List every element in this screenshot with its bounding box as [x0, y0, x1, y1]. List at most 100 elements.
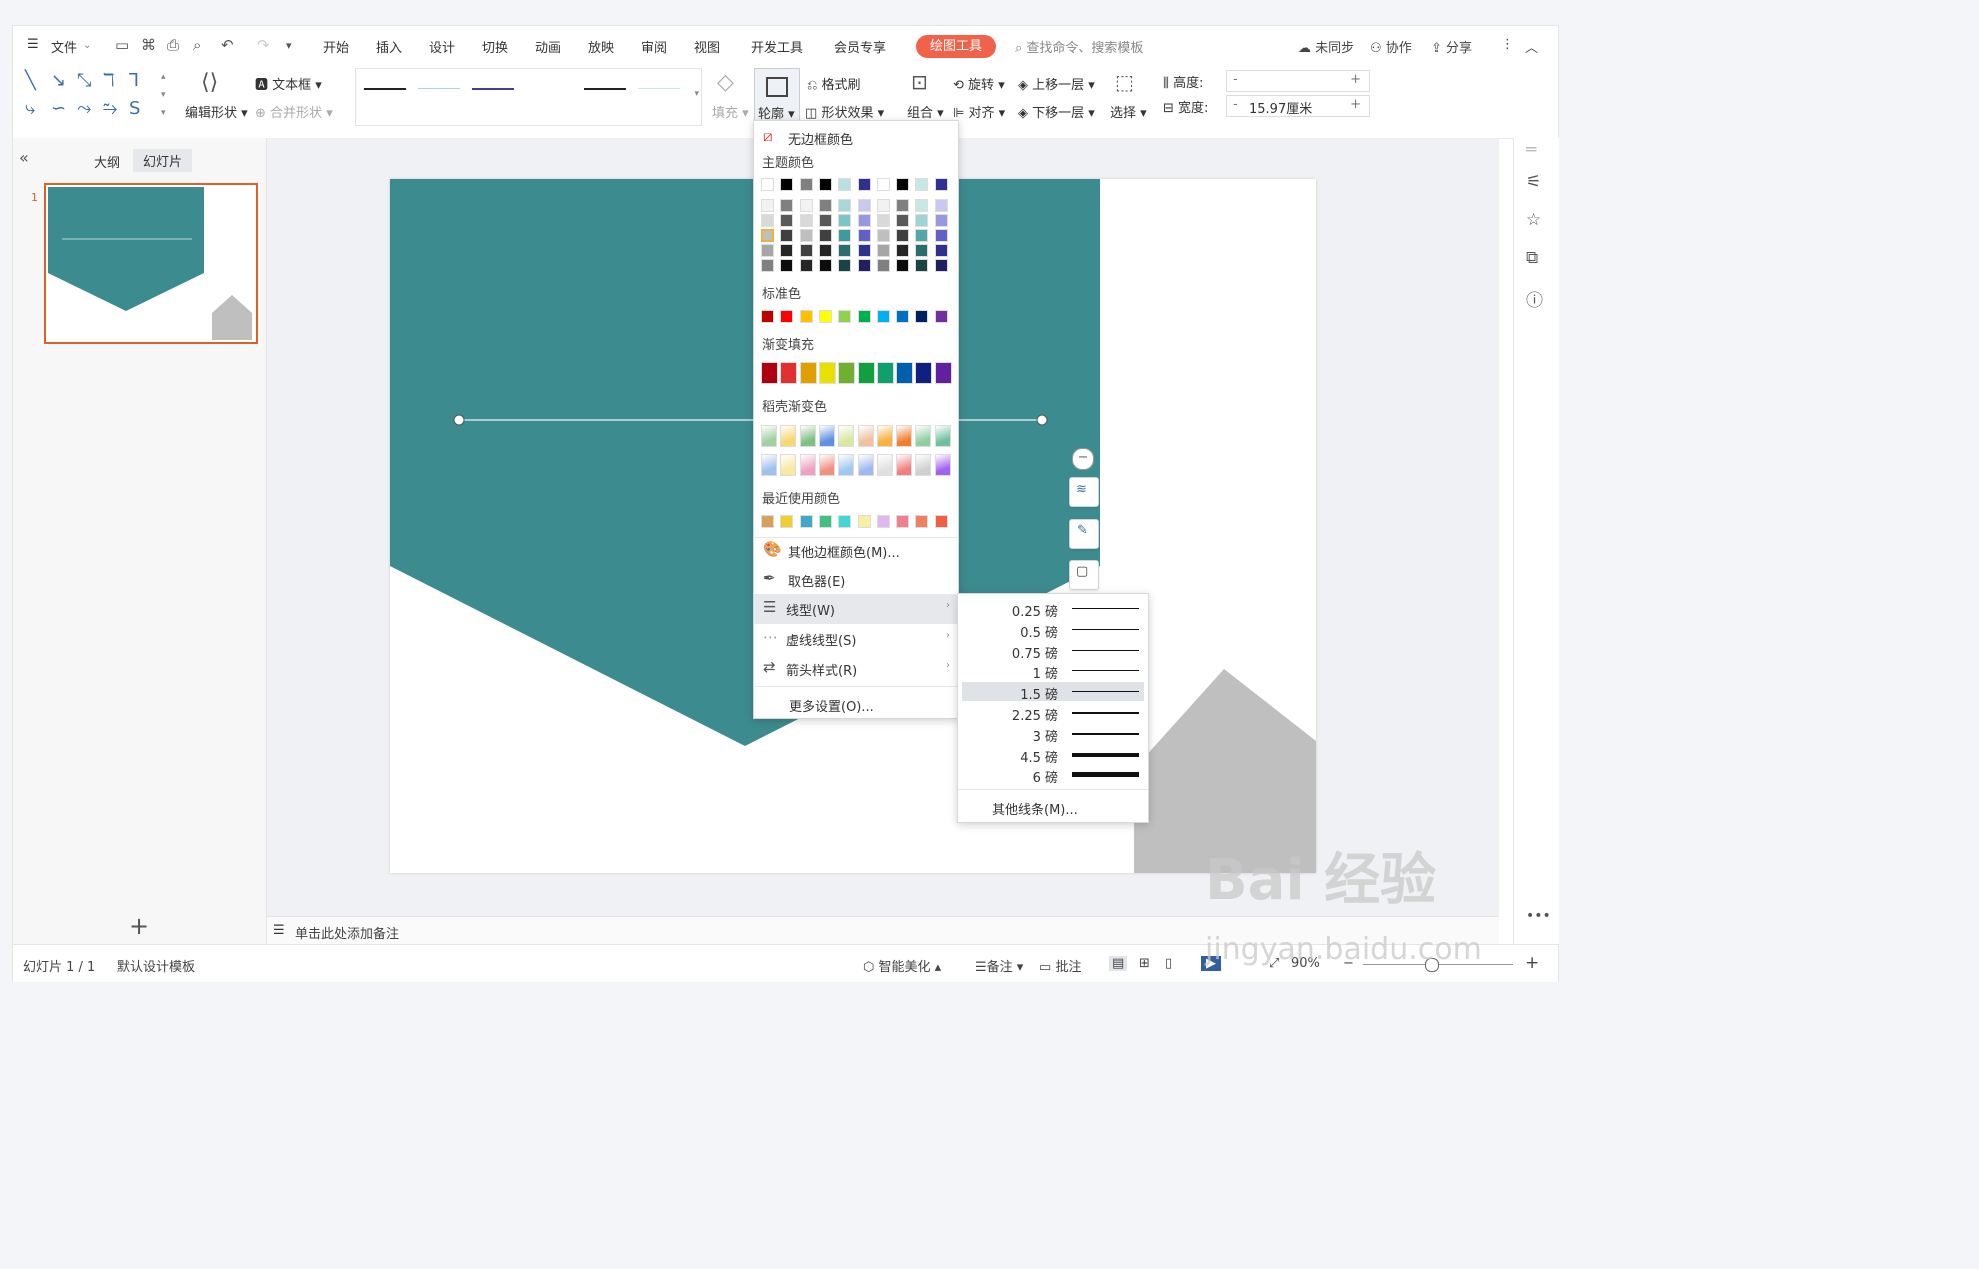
height-minus-button[interactable]: - — [1233, 72, 1238, 87]
line-weight-option[interactable]: 3 磅 — [962, 724, 1144, 745]
arrow-shape-icon[interactable]: ↘ — [51, 70, 66, 91]
tab-developer[interactable]: 开发工具 — [751, 37, 803, 56]
collab-button[interactable]: ⚇ 协作 — [1370, 37, 1412, 56]
slide-thumbnail[interactable] — [44, 183, 258, 344]
color-swatch[interactable] — [934, 310, 948, 323]
color-swatch[interactable] — [896, 214, 910, 227]
color-swatch[interactable] — [799, 214, 813, 227]
color-swatch[interactable] — [934, 515, 948, 528]
line-weight-option[interactable]: 1 磅 — [962, 661, 1144, 682]
gradient-swatch[interactable] — [896, 362, 914, 384]
style-line[interactable] — [638, 88, 680, 89]
customize-icon[interactable]: ▾ — [286, 39, 292, 52]
color-swatch[interactable] — [876, 244, 890, 257]
line-weight-option[interactable]: 6 磅 — [962, 765, 1144, 786]
style-line[interactable] — [472, 88, 514, 90]
line-handle-end[interactable] — [1036, 414, 1048, 426]
style-line[interactable] — [584, 88, 626, 90]
color-swatch[interactable] — [761, 178, 774, 191]
color-swatch[interactable] — [799, 178, 813, 191]
color-swatch[interactable] — [876, 199, 890, 212]
menu-icon[interactable]: ☰ — [27, 37, 39, 52]
brush-button[interactable]: ✎ — [1069, 519, 1099, 549]
color-swatch[interactable] — [915, 515, 929, 528]
color-swatch[interactable] — [799, 515, 813, 528]
gradient-swatch[interactable] — [799, 425, 816, 447]
gradient-swatch[interactable] — [799, 362, 817, 384]
gradient-swatch[interactable] — [896, 425, 913, 447]
gradient-swatch[interactable] — [799, 454, 816, 476]
gallery-more-icon[interactable]: ▾ — [161, 108, 166, 118]
gallery-expand-icon[interactable]: ▾ — [694, 89, 699, 99]
gradient-swatch[interactable] — [857, 454, 874, 476]
color-swatch[interactable] — [857, 310, 871, 323]
color-swatch[interactable] — [799, 229, 813, 242]
color-swatch[interactable] — [818, 310, 832, 323]
collapse-panel-icon[interactable]: « — [19, 148, 29, 167]
normal-view-icon[interactable]: ▤ — [1109, 956, 1128, 971]
more-dots-icon[interactable]: ••• — [1526, 908, 1551, 924]
bring-forward-button[interactable]: ◈ 上移一层 ▾ — [1018, 74, 1095, 93]
rotate-button[interactable]: ⟲ 旋转 ▾ — [953, 74, 1005, 93]
redo-icon[interactable]: ↷ — [257, 36, 270, 54]
elbow-double-icon[interactable]: ⤷ — [25, 98, 35, 119]
eyedropper-item[interactable]: ✒ 取色器(E) — [754, 565, 958, 593]
slide-icon[interactable]: ⧉ — [1526, 248, 1538, 268]
gradient-swatch[interactable] — [896, 454, 913, 476]
color-swatch[interactable] — [818, 214, 832, 227]
color-swatch[interactable] — [915, 259, 929, 272]
width-plus-button[interactable]: + — [1350, 97, 1361, 112]
color-swatch[interactable] — [876, 229, 890, 242]
gradient-swatch[interactable] — [780, 454, 797, 476]
notes-button[interactable]: ☰备注 ▾ — [975, 956, 1023, 975]
zoom-in-button[interactable]: + — [1525, 953, 1539, 973]
color-swatch[interactable] — [838, 214, 852, 227]
color-swatch[interactable] — [761, 310, 774, 323]
color-swatch[interactable] — [896, 259, 910, 272]
elbow-arrow-icon[interactable]: ⅂ — [129, 70, 139, 91]
color-swatch[interactable] — [876, 310, 890, 323]
curve-arrow-icon[interactable]: ⤳ — [77, 98, 91, 119]
style-line[interactable] — [364, 88, 406, 90]
color-swatch[interactable] — [818, 259, 832, 272]
color-swatch[interactable] — [857, 515, 871, 528]
color-swatch[interactable] — [857, 214, 871, 227]
line-weight-option[interactable]: 0.75 磅 — [962, 641, 1144, 662]
color-swatch[interactable] — [818, 515, 832, 528]
shape-style-gallery[interactable]: ▾ — [355, 68, 702, 126]
help-icon[interactable]: ⓘ — [1526, 286, 1543, 311]
gradient-swatch[interactable] — [818, 425, 835, 447]
line-handle-start[interactable] — [453, 414, 465, 426]
beautify-button[interactable]: ⬡ 智能美化 ▴ — [863, 956, 941, 975]
tab-animation[interactable]: 动画 — [535, 37, 561, 56]
gradient-swatch[interactable] — [876, 454, 893, 476]
gradient-swatch[interactable] — [761, 425, 777, 447]
color-swatch[interactable] — [761, 259, 774, 272]
file-menu[interactable]: 文件 — [51, 37, 77, 56]
color-swatch[interactable] — [799, 259, 813, 272]
color-swatch[interactable] — [818, 178, 832, 191]
color-swatch[interactable] — [934, 214, 948, 227]
no-border-item[interactable]: ⧄ 无边框颜色 — [754, 123, 958, 151]
select-button[interactable]: 选择 ▾ — [1110, 102, 1147, 121]
color-swatch[interactable] — [857, 178, 871, 191]
chevron-down-icon[interactable]: ⌄ — [83, 40, 91, 51]
gradient-swatch[interactable] — [818, 362, 836, 384]
print-icon[interactable]: ⎙ — [167, 36, 179, 54]
color-swatch[interactable] — [896, 199, 910, 212]
line-weight-option[interactable]: 4.5 磅 — [962, 745, 1144, 766]
elbow-connector-icon[interactable]: ℸ — [103, 70, 115, 91]
tab-slides[interactable]: 幻灯片 — [133, 149, 193, 172]
align-button[interactable]: ⊫ 对齐 ▾ — [953, 102, 1005, 121]
height-field[interactable]: - + — [1226, 70, 1370, 92]
properties-icon[interactable]: ⚟ — [1526, 172, 1541, 192]
tab-member[interactable]: 会员专享 — [834, 37, 886, 56]
collapse-ribbon-icon[interactable]: ︿ — [1525, 37, 1538, 56]
gradient-swatch[interactable] — [934, 454, 951, 476]
color-swatch[interactable] — [780, 244, 794, 257]
color-swatch[interactable] — [915, 244, 929, 257]
freeform-icon[interactable]: S — [129, 98, 140, 119]
group-button[interactable]: 组合 ▾ — [907, 102, 944, 121]
edit-shape-button[interactable]: 编辑形状 ▾ — [185, 102, 248, 121]
gradient-swatch[interactable] — [761, 454, 777, 476]
